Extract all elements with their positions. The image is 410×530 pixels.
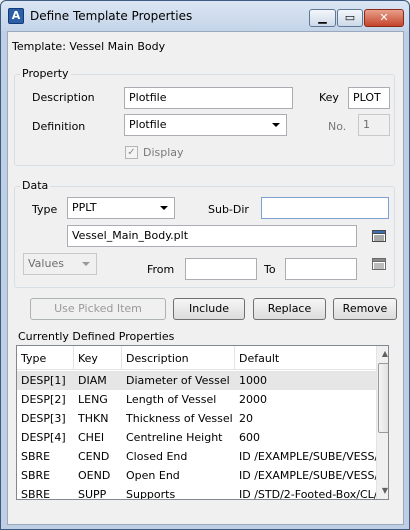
cell-default: ID /EXAMPLE/SUBE/VESS/	[239, 450, 377, 463]
values-dropdown[interactable]: Values	[23, 253, 97, 275]
cell-default: ID /STD/2-Footed-Box/CL/1	[239, 488, 377, 500]
subdir-input[interactable]	[261, 197, 389, 219]
cell-description: Open End	[126, 469, 180, 482]
minimize-button[interactable]: ▁	[309, 9, 336, 27]
cell-type: SBRE	[21, 469, 51, 482]
table-row[interactable]: DESP[2] LENG Length of Vessel 2000	[17, 390, 377, 409]
scrollbar-thumb[interactable]	[378, 363, 388, 433]
description-input[interactable]: Plotfile	[124, 87, 293, 109]
cell-default: ID /EXAMPLE/SUBE/VESS/	[239, 469, 377, 482]
cell-type: DESP[3]	[21, 412, 66, 425]
close-button[interactable]: ✕	[364, 9, 404, 27]
from-input[interactable]	[185, 258, 257, 280]
values-list-icon[interactable]	[371, 256, 387, 272]
title-bar[interactable]: A Define Template Properties ▁ ▭ ✕	[1, 1, 409, 31]
cell-description: Diameter of Vessel	[126, 374, 230, 387]
list-browse-icon[interactable]	[371, 228, 387, 244]
definition-dropdown[interactable]: Plotfile	[124, 114, 287, 136]
cell-key: OEND	[78, 469, 111, 482]
app-icon: A	[8, 8, 24, 24]
cell-key: LENG	[78, 393, 108, 406]
file-input[interactable]: Vessel_Main_Body.plt	[67, 225, 357, 247]
table-row[interactable]: SBRE OEND Open End ID /EXAMPLE/SUBE/VESS/	[17, 466, 377, 485]
cell-key: DIAM	[78, 374, 107, 387]
table-row[interactable]: DESP[3] THKN Thickness of Vessel 20	[17, 409, 377, 428]
values-value: Values	[28, 257, 64, 270]
cell-type: DESP[4]	[21, 431, 66, 444]
display-label: Display	[143, 146, 184, 159]
type-value: PPLT	[72, 201, 97, 214]
cell-description: Thickness of Vessel	[126, 412, 233, 425]
cell-type: DESP[1]	[21, 374, 66, 387]
key-input[interactable]: PLOT	[348, 87, 390, 109]
chevron-down-icon	[272, 123, 280, 127]
cell-description: Centreline Height	[126, 431, 223, 444]
column-header-key[interactable]: Key	[74, 346, 122, 370]
properties-table[interactable]: Type Key Description Default DESP[1] DIAM…	[16, 345, 389, 500]
cell-description: Length of Vessel	[126, 393, 217, 406]
type-dropdown[interactable]: PPLT	[67, 197, 175, 219]
to-input[interactable]	[285, 258, 357, 280]
type-label: Type	[32, 203, 58, 216]
maximize-button[interactable]: ▭	[337, 9, 363, 27]
cell-key: CEND	[78, 450, 110, 463]
replace-button[interactable]: Replace	[253, 298, 326, 320]
key-label: Key	[319, 91, 339, 104]
window-title: Define Template Properties	[30, 9, 193, 23]
cell-description: Closed End	[126, 450, 188, 463]
cell-key: SUPP	[78, 488, 107, 500]
table-row[interactable]: SBRE SUPP Supports ID /STD/2-Footed-Box/CL/…	[17, 485, 377, 500]
data-group-title: Data	[20, 179, 51, 192]
no-input[interactable]: 1	[358, 114, 390, 136]
cell-type: SBRE	[21, 488, 51, 500]
cell-default: 600	[239, 431, 260, 444]
property-group-title: Property	[20, 67, 71, 80]
remove-button[interactable]: Remove	[333, 298, 397, 320]
table-row[interactable]: DESP[1] DIAM Diameter of Vessel 1000	[17, 371, 377, 390]
column-header-default[interactable]: Default	[235, 346, 377, 370]
cell-type: DESP[2]	[21, 393, 66, 406]
column-header-type[interactable]: Type	[17, 346, 74, 370]
subdir-label: Sub-Dir	[208, 203, 249, 216]
cell-default: 20	[239, 412, 253, 425]
no-label: No.	[328, 120, 347, 133]
description-label: Description	[32, 91, 95, 104]
definition-label: Definition	[32, 120, 86, 133]
cell-type: SBRE	[21, 450, 51, 463]
chevron-down-icon	[82, 262, 90, 266]
to-label: To	[264, 263, 276, 276]
cell-key: CHEI	[78, 431, 105, 444]
from-label: From	[147, 263, 175, 276]
checkmark-icon: ✓	[127, 147, 136, 158]
table-row[interactable]: DESP[4] CHEI Centreline Height 600	[17, 428, 377, 447]
vertical-scrollbar[interactable]: ▲ ▼	[376, 346, 388, 499]
definition-value: Plotfile	[129, 118, 167, 131]
scroll-up-icon[interactable]: ▲	[377, 346, 388, 362]
cell-description: Supports	[126, 488, 176, 500]
cell-default: 1000	[239, 374, 267, 387]
dialog-window: A Define Template Properties ▁ ▭ ✕ Templ…	[0, 0, 410, 530]
table-row[interactable]: SBRE CEND Closed End ID /EXAMPLE/SUBE/VESS/	[17, 447, 377, 466]
column-header-description[interactable]: Description	[122, 346, 235, 370]
cell-default: 2000	[239, 393, 267, 406]
display-checkbox[interactable]: ✓	[125, 146, 138, 159]
properties-list-title: Currently Defined Properties	[18, 330, 175, 343]
table-header: Type Key Description Default	[17, 346, 377, 370]
chevron-down-icon	[160, 206, 168, 210]
scroll-down-icon[interactable]: ▼	[377, 483, 388, 499]
include-button[interactable]: Include	[173, 298, 245, 320]
cell-key: THKN	[78, 412, 109, 425]
dialog-client-area: Template: Vessel Main Body Property Desc…	[7, 31, 404, 525]
use-picked-item-button[interactable]: Use Picked Item	[30, 298, 166, 320]
template-label: Template: Vessel Main Body	[12, 40, 166, 53]
